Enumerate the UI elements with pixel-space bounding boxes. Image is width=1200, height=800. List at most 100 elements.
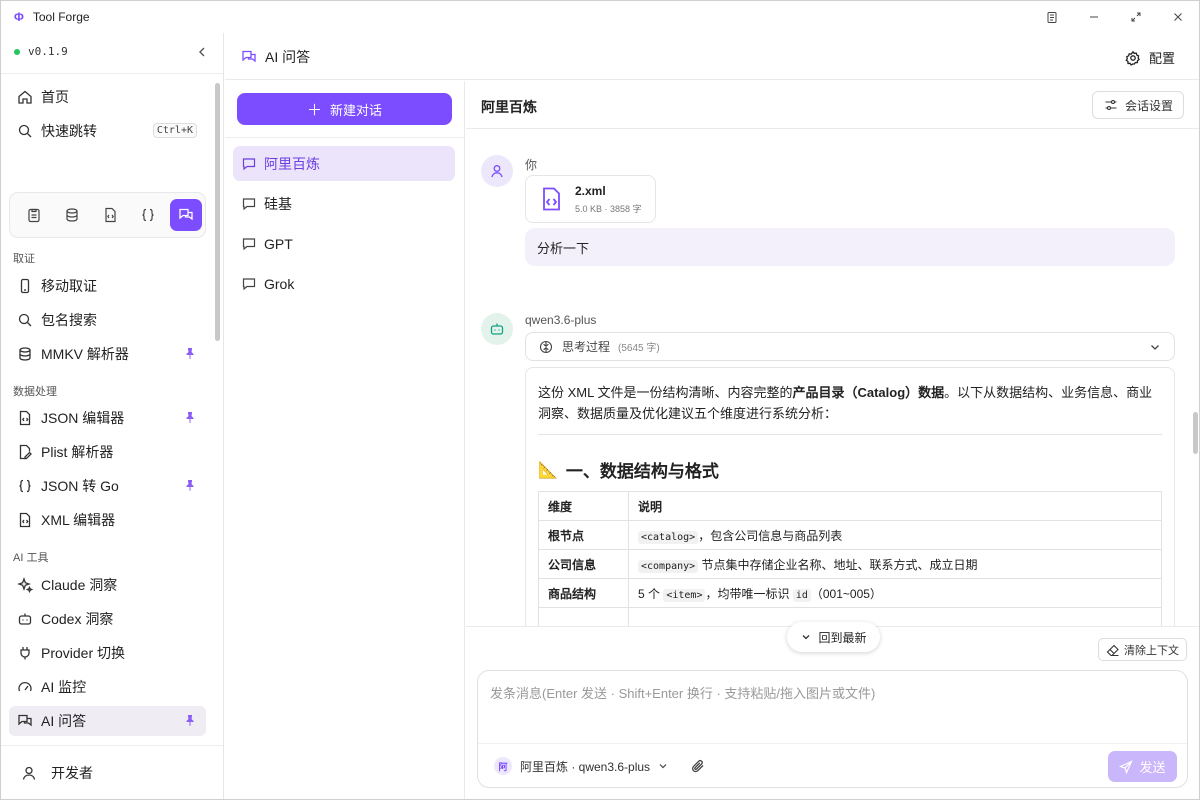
search-icon [17, 312, 33, 328]
clear-context-label: 清除上下文 [1124, 644, 1179, 657]
conversation-item[interactable]: GPT [233, 226, 455, 261]
gear-icon [1125, 50, 1141, 66]
eraser-icon [1106, 642, 1120, 658]
chat-scrollbar[interactable] [1190, 130, 1198, 626]
thinking-toggle[interactable]: 思考过程 (5645 字) [525, 332, 1175, 361]
assistant-avatar [481, 313, 513, 345]
plus-icon: ＋ [306, 101, 322, 119]
conversation-item[interactable]: 阿里百炼 [233, 146, 455, 181]
version-text: v0.1.9 [28, 45, 68, 58]
clipboard-icon[interactable] [18, 199, 50, 231]
clear-context-button[interactable]: 清除上下文 [1098, 638, 1187, 661]
new-conversation-button[interactable]: ＋ 新建对话 [237, 93, 452, 125]
conversation-list: ＋ 新建对话 阿里百炼 硅基 GPT Grok [225, 81, 465, 799]
sidebar-item-ai-monitor[interactable]: AI 监控 [9, 672, 206, 702]
file-code-icon [538, 186, 564, 212]
user-message-bubble: 分析一下 [525, 228, 1175, 266]
scroll-to-latest-button[interactable]: 回到最新 [787, 622, 880, 652]
message-icon [241, 236, 257, 252]
table-header-row: 维度 说明 [538, 491, 1162, 521]
toolbox-bar [9, 192, 206, 238]
cell-text: 节点集中存储企业名称、地址、联系方式、成立日期 [698, 557, 978, 572]
sidebar-item-xml-editor[interactable]: XML 编辑器 [9, 505, 206, 535]
user-profile[interactable]: 开发者 [21, 763, 93, 783]
send-button[interactable]: 发送 [1108, 751, 1177, 782]
answer-intro: 这份 XML 文件是一份结构清晰、内容完整的产品目录（Catalog）数据。以下… [538, 382, 1162, 424]
sidebar-item-codex-insight[interactable]: Codex 洞察 [9, 604, 206, 634]
sidebar-item-label: Claude 洞察 [41, 577, 118, 593]
pin-icon[interactable] [184, 479, 196, 491]
inline-code: <company> [638, 559, 699, 573]
sidebar-item-json-to-go[interactable]: JSON 转 Go [9, 471, 206, 501]
chevron-down-icon [800, 629, 812, 645]
provider-badge: 阿 [494, 757, 512, 775]
sidebar-item-provider-switch[interactable]: Provider 切换 [9, 638, 206, 668]
divider [478, 743, 1187, 744]
sliders-icon [1103, 97, 1119, 113]
message-icon [241, 156, 257, 172]
table-row: 公司信息 <company> 节点集中存储企业名称、地址、联系方式、成立日期 [538, 549, 1162, 579]
chevron-down-icon [1148, 340, 1162, 354]
close-button[interactable] [1157, 1, 1199, 33]
file-attachment[interactable]: 2.xml 5.0 KB · 3858 字 [525, 175, 656, 223]
message-icon [241, 196, 257, 212]
phone-icon [17, 278, 33, 294]
message-composer: 阿 阿里百炼 · qwen3.6-plus 发送 [477, 670, 1188, 788]
sidebar-item-translate[interactable]: 翻译 [9, 740, 206, 744]
code-file-icon[interactable] [94, 199, 126, 231]
sidebar-item-claude-insight[interactable]: Claude 洞察 [9, 570, 206, 600]
cell-text: 5 个 [638, 586, 664, 601]
conversation-item[interactable]: 硅基 [233, 186, 455, 221]
pin-icon[interactable] [184, 347, 196, 359]
sparkle-icon [17, 577, 33, 593]
session-settings-button[interactable]: 会话设置 [1091, 91, 1184, 119]
sidebar-item-label: Plist 解析器 [41, 444, 114, 460]
sidebar-item-quick-jump[interactable]: 快速跳转 Ctrl+K [9, 116, 206, 146]
paperclip-icon[interactable] [690, 758, 706, 774]
sidebar-item-plist-parser[interactable]: Plist 解析器 [9, 437, 206, 467]
file-edit-icon [17, 444, 33, 460]
inline-code: <item> [663, 588, 706, 602]
message-input[interactable] [490, 683, 1170, 733]
braces-icon [17, 478, 33, 494]
analysis-table: 维度 说明 根节点 <catalog> ，包含公司信息与商品列表 公司信息 <co… [538, 491, 1162, 626]
group-title-forensics: 取证 [13, 253, 35, 265]
chat-icon[interactable] [170, 199, 202, 231]
cell-text: （001~005） [810, 586, 882, 601]
sidebar-item-mmkv-parser[interactable]: MMKV 解析器 [9, 339, 206, 369]
sidebar-item-ai-qa[interactable]: AI 问答 [9, 706, 206, 736]
model-selector[interactable]: 阿 阿里百炼 · qwen3.6-plus [494, 757, 668, 775]
table-header-cell: 维度 [538, 491, 629, 521]
table-cell [628, 607, 1162, 626]
database-icon[interactable] [56, 199, 88, 231]
sidebar-item-label: Codex 洞察 [41, 611, 114, 627]
assistant-answer: 这份 XML 文件是一份结构清晰、内容完整的产品目录（Catalog）数据。以下… [525, 367, 1175, 626]
cell-text: ，均带唯一标识 [705, 586, 793, 601]
sidebar-item-label: 首页 [41, 89, 69, 105]
sidebar-scroll-area: 首页 快速跳转 Ctrl+K 取证 移动取证 包名搜索 MMKV 解析器 数据处… [1, 74, 223, 744]
pin-icon[interactable] [184, 714, 196, 726]
pin-icon[interactable] [184, 411, 196, 423]
chat-scrollbar-thumb[interactable] [1193, 412, 1198, 454]
sidebar-item-home[interactable]: 首页 [9, 82, 206, 112]
sidebar-item-json-editor[interactable]: JSON 编辑器 [9, 403, 206, 433]
collapse-sidebar-icon[interactable] [195, 45, 209, 59]
plug-icon [17, 645, 33, 661]
maximize-button[interactable] [1115, 1, 1157, 33]
chevron-down-icon [658, 761, 668, 771]
config-button[interactable]: 配置 [1125, 48, 1175, 67]
page-header: AI 问答 配置 [225, 33, 1199, 80]
sidebar-scrollbar-thumb[interactable] [215, 83, 220, 341]
conversation-title: 硅基 [264, 195, 292, 212]
braces-icon[interactable] [132, 199, 164, 231]
clipboard-icon[interactable] [1031, 1, 1073, 33]
table-cell: 商品结构 [538, 578, 629, 608]
app-title: Tool Forge [32, 10, 90, 24]
message-list: 你 2.xml 5.0 KB · 3858 字 分析一下 qwen3.6-plu… [466, 130, 1199, 626]
sidebar-item-mobile-forensics[interactable]: 移动取证 [9, 271, 206, 301]
window-controls [1031, 1, 1199, 33]
conversation-item[interactable]: Grok [233, 266, 455, 301]
sidebar-item-package-search[interactable]: 包名搜索 [9, 305, 206, 335]
minimize-button[interactable] [1073, 1, 1115, 33]
sidebar: v0.1.9 首页 快速跳转 Ctrl+K 取证 移动取证 包名搜索 MMKV … [1, 33, 224, 799]
